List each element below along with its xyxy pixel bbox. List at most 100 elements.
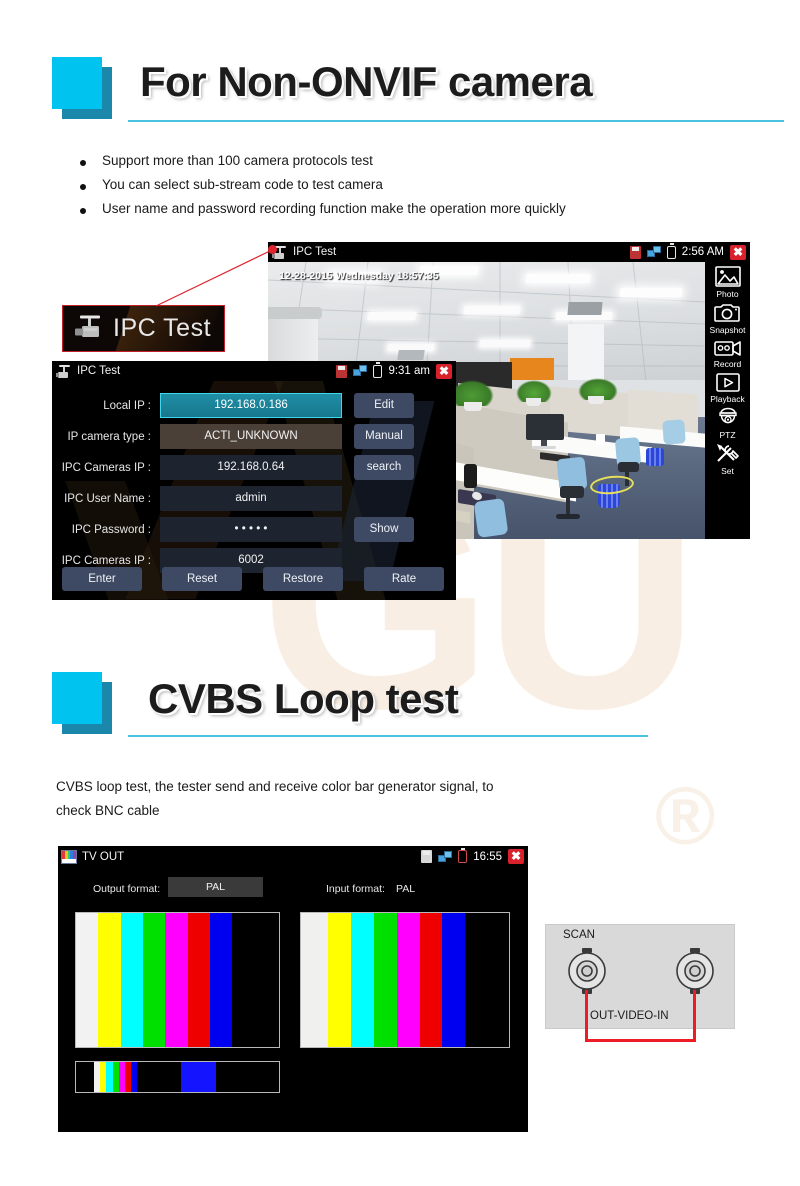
list-item-label: You can select sub-stream code to test c… bbox=[102, 177, 383, 192]
bnc-cable-left bbox=[585, 990, 588, 1042]
play-icon bbox=[715, 373, 740, 392]
toolbar-item-snapshot[interactable]: Snapshot bbox=[705, 301, 750, 335]
field-label: IP camera type : bbox=[67, 430, 151, 443]
close-icon[interactable]: ✖ bbox=[436, 363, 452, 379]
tools-icon bbox=[716, 444, 739, 462]
toolbar-item-record[interactable]: Record bbox=[705, 337, 750, 369]
close-icon[interactable]: ✖ bbox=[508, 849, 524, 864]
battery-icon bbox=[666, 243, 676, 259]
port-label: OUT-VIDEO-IN bbox=[590, 1010, 669, 1022]
page-title: For Non-ONVIF camera bbox=[140, 58, 593, 105]
photo-icon bbox=[714, 266, 741, 287]
field-row-camera-type: IP camera type : ACTI_UNKNOWN Manual bbox=[52, 424, 414, 449]
tv-out-icon bbox=[61, 849, 77, 864]
network-icon bbox=[646, 246, 661, 258]
input-format-label: Input format: bbox=[326, 883, 385, 895]
toolbar-item-ptz[interactable]: PTZ bbox=[705, 406, 750, 440]
input-format-value: PAL bbox=[396, 883, 416, 895]
osd-datetime: 12-28-2015 Wednesday 18:57:35 bbox=[279, 270, 439, 282]
list-item-label: Support more than 100 camera protocols t… bbox=[102, 153, 373, 168]
ip-camera-icon bbox=[75, 315, 100, 337]
bullet-icon bbox=[80, 160, 86, 166]
header-square-front bbox=[52, 57, 102, 109]
manual-button[interactable]: Manual bbox=[354, 424, 414, 449]
list-item-label: User name and password recording functio… bbox=[102, 201, 566, 216]
toolbar-label: Playback bbox=[710, 394, 745, 404]
field-label: IPC Cameras IP : bbox=[61, 554, 151, 567]
battery-icon bbox=[373, 362, 383, 378]
tvout-clock: 16:55 bbox=[473, 850, 502, 863]
close-icon[interactable]: ✖ bbox=[730, 244, 746, 260]
edit-button[interactable]: Edit bbox=[354, 393, 414, 418]
toolbar-label: Set bbox=[721, 466, 734, 476]
page-root: GU ® For Non-ONVIF camera Support more t… bbox=[0, 0, 800, 1186]
toolbar-label: PTZ bbox=[719, 430, 736, 440]
output-format-select[interactable]: PAL bbox=[168, 877, 263, 897]
scan-line-strip bbox=[75, 1061, 280, 1093]
bullet-icon bbox=[80, 184, 86, 190]
section-description: CVBS loop test, the tester send and rece… bbox=[56, 779, 494, 818]
ip-camera-icon bbox=[56, 364, 72, 378]
bnc-out-port[interactable] bbox=[563, 947, 611, 995]
field-label: IPC Cameras IP : bbox=[61, 461, 151, 474]
dialog-clock: 9:31 am bbox=[388, 365, 430, 377]
toolbar-label: Photo bbox=[716, 289, 739, 299]
toolbar-item-playback[interactable]: Playback bbox=[705, 371, 750, 404]
dialog-titlebar: IPC Test 9:31 am ✖ bbox=[52, 361, 456, 381]
password-input[interactable]: • • • • • bbox=[160, 517, 342, 542]
field-label: Local IP : bbox=[103, 399, 151, 412]
camera-icon bbox=[713, 304, 740, 322]
dialog-title: IPC Test bbox=[77, 365, 121, 377]
local-ip-input[interactable]: 192.168.0.186 bbox=[160, 393, 342, 418]
section-title: CVBS Loop test bbox=[148, 675, 459, 722]
sd-card-icon bbox=[629, 245, 641, 259]
header-rule bbox=[128, 120, 784, 122]
battery-icon bbox=[458, 847, 468, 863]
camera-type-input[interactable]: ACTI_UNKNOWN bbox=[160, 424, 342, 449]
field-row-password: IPC Password : • • • • • Show bbox=[52, 517, 414, 542]
restore-button[interactable]: Restore bbox=[263, 567, 343, 591]
preview-title: IPC Test bbox=[293, 246, 337, 258]
callout-label: IPC Test bbox=[113, 314, 212, 342]
toolbar-label: Snapshot bbox=[709, 325, 746, 335]
tvout-titlebar: TV OUT 16:55 ✖ bbox=[58, 846, 528, 867]
bnc-cable-right bbox=[693, 990, 696, 1042]
field-row-camera-ip: IPC Cameras IP : 192.168.0.64 search bbox=[52, 455, 414, 480]
watermark-registered-icon: ® bbox=[655, 771, 716, 862]
field-label: IPC Password : bbox=[71, 523, 151, 536]
network-icon bbox=[438, 850, 453, 863]
list-item: Support more than 100 camera protocols t… bbox=[80, 153, 730, 169]
show-password-button[interactable]: Show bbox=[354, 517, 414, 542]
camera-ip-input[interactable]: 192.168.0.64 bbox=[160, 455, 342, 480]
field-row-local-ip: Local IP : 192.168.0.186 Edit bbox=[52, 393, 414, 418]
toolbar-item-set[interactable]: Set bbox=[705, 442, 750, 476]
toolbar-item-photo[interactable]: Photo bbox=[705, 265, 750, 299]
preview-titlebar: IPC Test 2:56 AM ✖ bbox=[268, 242, 750, 262]
rate-button[interactable]: Rate bbox=[364, 567, 444, 591]
user-name-input[interactable]: admin bbox=[160, 486, 342, 511]
reset-button[interactable]: Reset bbox=[162, 567, 242, 591]
bullet-icon bbox=[80, 208, 86, 214]
enter-button[interactable]: Enter bbox=[62, 567, 142, 591]
header-rule bbox=[128, 735, 648, 737]
network-icon bbox=[353, 365, 368, 377]
tvout-title: TV OUT bbox=[82, 850, 125, 863]
list-item: User name and password recording functio… bbox=[80, 201, 730, 217]
bnc-in-port[interactable] bbox=[671, 947, 719, 995]
field-label: IPC User Name : bbox=[64, 492, 151, 505]
sd-card-icon bbox=[421, 850, 433, 863]
ipc-test-dialog: IPC Test 9:31 am ✖ Local IP : 192.168.0.… bbox=[52, 361, 456, 600]
search-button[interactable]: search bbox=[354, 455, 414, 480]
tv-out-screen: TV OUT 16:55 ✖ Output format: PAL Input … bbox=[58, 846, 528, 1132]
header-square-front bbox=[52, 672, 102, 724]
preview-toolbar: Photo Snapshot Record Playback PTZ Set bbox=[705, 262, 750, 539]
toolbar-label: Record bbox=[713, 359, 742, 369]
ipc-test-callout: IPC Test bbox=[62, 305, 225, 352]
input-color-bars bbox=[300, 912, 510, 1048]
output-format-label: Output format: bbox=[93, 883, 161, 895]
preview-clock: 2:56 AM bbox=[681, 246, 724, 258]
field-row-user-name: IPC User Name : admin bbox=[52, 486, 342, 511]
video-camera-icon bbox=[713, 341, 741, 356]
dome-camera-icon bbox=[718, 407, 737, 424]
callout-leader-dot bbox=[268, 245, 277, 254]
